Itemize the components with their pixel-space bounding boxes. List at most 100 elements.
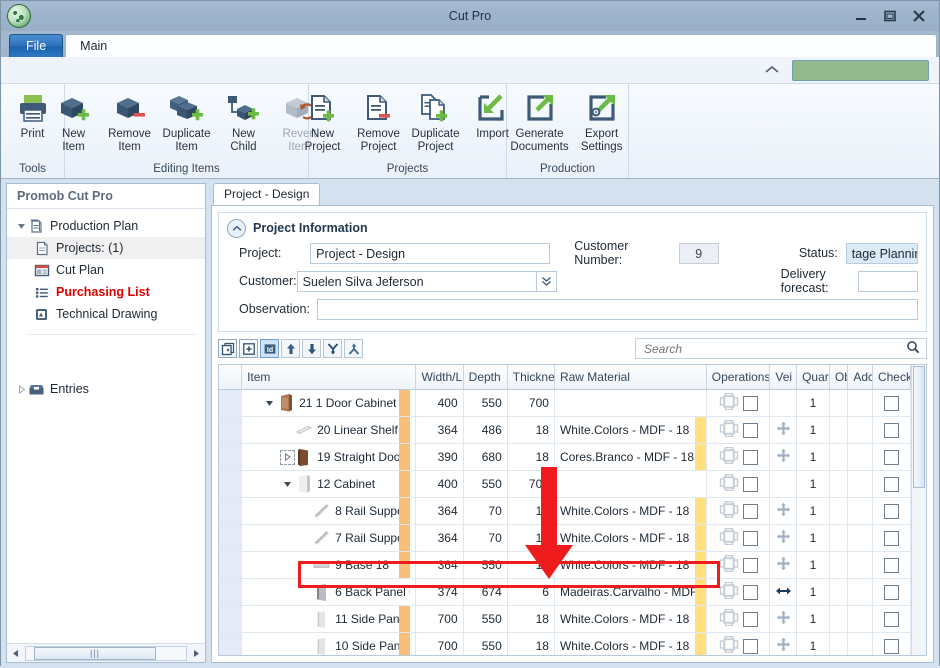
table-row[interactable]: 10 Side Pane 700 550 18 White.Colors - MDF -… — [219, 632, 911, 655]
cell-raw-material[interactable]: White.Colors - MDF - 18 — [554, 632, 707, 655]
operations-icon[interactable] — [719, 527, 739, 548]
cell-ob[interactable] — [829, 470, 849, 498]
cell-vein[interactable] — [769, 470, 798, 498]
triangle-left-icon[interactable] — [9, 646, 23, 660]
cell-thickness[interactable]: 18 — [507, 551, 555, 579]
row-checkbox[interactable] — [883, 530, 899, 546]
maximize-icon[interactable] — [882, 9, 898, 23]
chevron-up-icon[interactable] — [762, 62, 782, 78]
project-input[interactable]: Project - Design — [310, 242, 551, 264]
new-project-button[interactable]: New Project — [295, 88, 351, 154]
cell-depth[interactable]: 680 — [463, 443, 508, 471]
cell-item[interactable]: 10 Side Pane — [241, 632, 417, 655]
cell-raw-material[interactable]: White.Colors - MDF - 18 — [554, 497, 707, 525]
cell-add[interactable] — [847, 524, 873, 552]
cell-operations[interactable] — [706, 578, 771, 606]
cell-raw-material[interactable]: Madeiras.Carvalho - MDF - — [554, 578, 707, 606]
cell-depth[interactable]: 550 — [463, 632, 508, 655]
customer-combo[interactable]: Suelen Silva Jeferson — [296, 270, 557, 292]
cell-width[interactable]: 390 — [415, 443, 464, 471]
cell-depth[interactable]: 70 — [463, 497, 508, 525]
cell-raw-material[interactable]: White.Colors - MDF - 18 — [554, 416, 707, 444]
tab-file[interactable]: File — [9, 34, 64, 57]
cell-vein[interactable] — [769, 605, 798, 633]
cell-raw-material[interactable]: White.Colors - MDF - 18 — [554, 524, 707, 552]
customer-number-input[interactable]: 9 — [678, 242, 719, 264]
row-checkbox[interactable] — [883, 476, 899, 492]
cell-quantity[interactable]: 1 — [796, 443, 830, 471]
col-item[interactable]: Item — [241, 365, 417, 390]
col-check[interactable]: Check — [872, 365, 911, 390]
new-item-button[interactable]: New Item — [46, 88, 102, 154]
operations-icon[interactable] — [719, 500, 739, 521]
scrollbar-thumb[interactable]: ||| — [34, 646, 156, 660]
operations-icon[interactable] — [719, 581, 739, 602]
table-row[interactable]: 8 Rail Suppo 364 70 18 White.Colors - MDF - … — [219, 497, 911, 525]
operations-checkbox[interactable] — [742, 395, 758, 411]
sidebar-item-production-plan[interactable]: Production Plan — [7, 215, 205, 237]
cell-item[interactable]: 12 Cabinet — [241, 470, 417, 498]
col-raw-material[interactable]: Raw Material — [554, 365, 707, 390]
cell-item[interactable]: 11 Side Pane — [241, 605, 417, 633]
triangle-right-icon[interactable] — [189, 646, 203, 660]
col-vein[interactable]: Vei — [769, 365, 798, 390]
triangle-right-icon[interactable] — [15, 384, 27, 394]
move-up-button[interactable] — [281, 339, 300, 358]
row-checkbox[interactable] — [883, 395, 899, 411]
cell-item[interactable]: 8 Rail Suppo — [241, 497, 417, 525]
cell-depth[interactable]: 550 — [463, 470, 508, 498]
table-row[interactable]: 11 Side Pane 700 550 18 White.Colors - MDF -… — [219, 605, 911, 633]
triangle-down-icon[interactable] — [279, 480, 295, 489]
operations-icon[interactable] — [719, 608, 739, 629]
row-checkbox[interactable] — [883, 422, 899, 438]
table-row[interactable]: 19 Straight Door (D 390 680 18 Cores.Branco … — [219, 443, 911, 471]
cell-depth[interactable]: 550 — [463, 605, 508, 633]
cell-width[interactable]: 364 — [415, 551, 464, 579]
cell-item[interactable]: 20 Linear Shelf — [241, 416, 417, 444]
cell-raw-material[interactable]: White.Colors - MDF - 18 — [554, 551, 707, 579]
remove-item-button[interactable]: Remove Item — [102, 88, 158, 154]
cell-width[interactable]: 364 — [415, 497, 464, 525]
row-selector[interactable] — [219, 605, 243, 633]
cell-check[interactable] — [872, 443, 911, 471]
operations-icon[interactable] — [719, 446, 739, 467]
cell-check[interactable] — [872, 416, 911, 444]
duplicate-row-button[interactable] — [218, 339, 237, 358]
cell-width[interactable]: 364 — [415, 524, 464, 552]
cell-thickness[interactable]: 18 — [507, 524, 555, 552]
cell-ob[interactable] — [829, 605, 849, 633]
minimize-icon[interactable] — [853, 9, 869, 23]
cell-ob[interactable] — [829, 578, 849, 606]
cell-thickness[interactable]: 18 — [507, 443, 555, 471]
table-row[interactable]: 7 Rail Suppo 364 70 18 White.Colors - MDF - … — [219, 524, 911, 552]
sidebar-item-purchasing-list[interactable]: Purchasing List — [7, 281, 205, 303]
row-checkbox[interactable] — [883, 503, 899, 519]
cell-add[interactable] — [847, 497, 873, 525]
cell-add[interactable] — [847, 632, 873, 655]
grid-vertical-scrollbar[interactable] — [911, 365, 926, 655]
observation-input[interactable] — [317, 298, 918, 320]
cell-width[interactable]: 400 — [415, 389, 464, 417]
cell-vein[interactable] — [769, 416, 798, 444]
cell-width[interactable]: 400 — [415, 470, 464, 498]
duplicate-item-button[interactable]: Duplicate Item — [158, 88, 216, 154]
sidebar-item-technical-drawing[interactable]: Technical Drawing — [7, 303, 205, 325]
quick-access-field[interactable] — [792, 59, 929, 81]
cell-add[interactable] — [847, 470, 873, 498]
cell-check[interactable] — [872, 632, 911, 655]
delivery-forecast-input[interactable] — [858, 270, 918, 292]
operations-checkbox[interactable] — [742, 638, 758, 654]
add-row-button[interactable] — [239, 339, 258, 358]
cell-operations[interactable] — [706, 551, 771, 579]
cell-thickness[interactable]: 18 — [507, 416, 555, 444]
cell-width[interactable]: 364 — [415, 416, 464, 444]
operations-icon[interactable] — [719, 392, 739, 413]
move-down-button[interactable] — [302, 339, 321, 358]
new-child-button[interactable]: New Child — [215, 88, 271, 154]
generate-documents-button[interactable]: Generate Documents — [505, 88, 573, 154]
cell-add[interactable] — [847, 443, 873, 471]
cell-operations[interactable] — [706, 605, 771, 633]
cell-thickness[interactable]: 18 — [507, 605, 555, 633]
triangle-down-icon[interactable] — [261, 399, 277, 408]
row-checkbox[interactable] — [883, 638, 899, 654]
